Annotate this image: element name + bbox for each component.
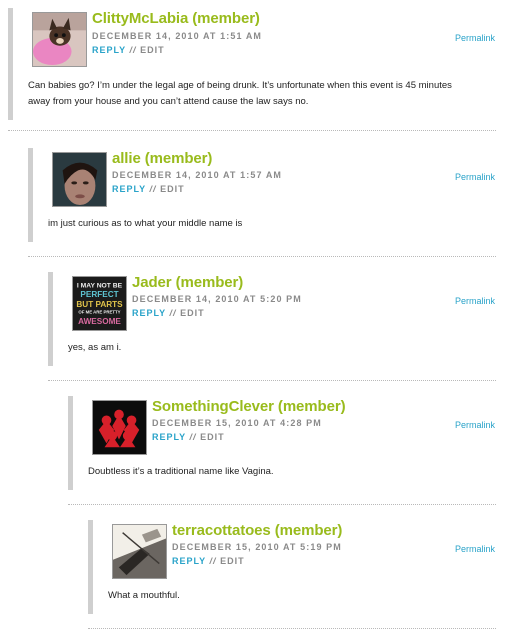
comment-actions: REPLY // EDIT: [132, 308, 205, 318]
avatar-image: I MAY NOT BE PERFECT BUT PARTS OF ME ARE…: [73, 277, 126, 330]
comment-author[interactable]: ClittyMcLabia (member): [92, 10, 260, 27]
comment-date: DECEMBER 14, 2010 AT 5:20 PM: [132, 294, 302, 304]
avatar-image: [53, 153, 106, 206]
avatar[interactable]: [112, 524, 167, 579]
comment-actions: REPLY // EDIT: [172, 556, 245, 566]
permalink-link[interactable]: Permalink: [455, 296, 495, 306]
comment-divider: [88, 628, 496, 629]
comment-text: Can babies go? I’m under the legal age o…: [28, 80, 452, 107]
action-separator: //: [189, 432, 201, 442]
comment-date: DECEMBER 14, 2010 AT 1:51 AM: [92, 31, 263, 41]
comment-1: ClittyMcLabia (member) DECEMBER 14, 2010…: [8, 8, 504, 120]
avatar-text-line-4: OF ME ARE PRETTY: [78, 310, 120, 315]
avatar-text-line-1: I MAY NOT BE: [77, 283, 123, 290]
avatar[interactable]: [92, 400, 147, 455]
comment-divider: [48, 380, 496, 381]
thread-indent-bar: [8, 8, 13, 120]
comment-date: DECEMBER 14, 2010 AT 1:57 AM: [112, 170, 283, 180]
avatar-image: [93, 401, 146, 454]
action-separator: //: [149, 184, 161, 194]
comment-actions: REPLY // EDIT: [92, 45, 165, 55]
comment-actions: REPLY // EDIT: [112, 184, 185, 194]
reply-link[interactable]: REPLY: [172, 556, 206, 566]
action-separator: //: [169, 308, 181, 318]
comment-date: DECEMBER 15, 2010 AT 4:28 PM: [152, 418, 322, 428]
comment-text: Doubtless it’s a traditional name like V…: [88, 466, 274, 477]
avatar[interactable]: [32, 12, 87, 67]
thread-indent-bar: [68, 396, 73, 490]
edit-link[interactable]: EDIT: [220, 556, 245, 566]
comment-author[interactable]: Jader (member): [132, 274, 243, 291]
comment-text: What a mouthful.: [108, 590, 180, 601]
thread-indent-bar: [28, 148, 33, 242]
avatar[interactable]: I MAY NOT BE PERFECT BUT PARTS OF ME ARE…: [72, 276, 127, 331]
permalink-link[interactable]: Permalink: [455, 544, 495, 554]
thread-indent-bar: [48, 272, 53, 366]
action-separator: //: [129, 45, 141, 55]
edit-link[interactable]: EDIT: [160, 184, 185, 194]
comment-4: SomethingClever (member) DECEMBER 15, 20…: [68, 396, 504, 490]
comment-5: terracottatoes (member) DECEMBER 15, 201…: [88, 520, 504, 614]
action-separator: //: [209, 556, 221, 566]
permalink-link[interactable]: Permalink: [455, 33, 495, 43]
thread-indent-bar: [88, 520, 93, 614]
avatar[interactable]: [52, 152, 107, 207]
reply-link[interactable]: REPLY: [92, 45, 126, 55]
reply-link[interactable]: REPLY: [152, 432, 186, 442]
edit-link[interactable]: EDIT: [200, 432, 225, 442]
comment-text: yes, as am i.: [68, 342, 122, 353]
comment-text: im just curious as to what your middle n…: [48, 218, 243, 229]
avatar-text-line-5: AWESOME: [78, 317, 121, 326]
comment-3: I MAY NOT BE PERFECT BUT PARTS OF ME ARE…: [48, 272, 504, 366]
comment-2: allie (member) DECEMBER 14, 2010 AT 1:57…: [28, 148, 504, 242]
reply-link[interactable]: REPLY: [112, 184, 146, 194]
permalink-link[interactable]: Permalink: [455, 172, 495, 182]
comment-divider: [28, 256, 496, 257]
comment-actions: REPLY // EDIT: [152, 432, 225, 442]
comment-author[interactable]: allie (member): [112, 150, 212, 167]
comment-author[interactable]: terracottatoes (member): [172, 522, 342, 539]
reply-link[interactable]: REPLY: [132, 308, 166, 318]
comment-divider: [8, 130, 496, 131]
comment-divider: [68, 504, 496, 505]
edit-link[interactable]: EDIT: [140, 45, 165, 55]
avatar-text-line-3: BUT PARTS: [76, 300, 123, 309]
edit-link[interactable]: EDIT: [180, 308, 205, 318]
avatar-image: [113, 525, 166, 578]
comment-author[interactable]: SomethingClever (member): [152, 398, 346, 415]
comment-date: DECEMBER 15, 2010 AT 5:19 PM: [172, 542, 342, 552]
permalink-link[interactable]: Permalink: [455, 420, 495, 430]
avatar-image: [33, 13, 86, 66]
avatar-text-line-2: PERFECT: [80, 290, 118, 299]
